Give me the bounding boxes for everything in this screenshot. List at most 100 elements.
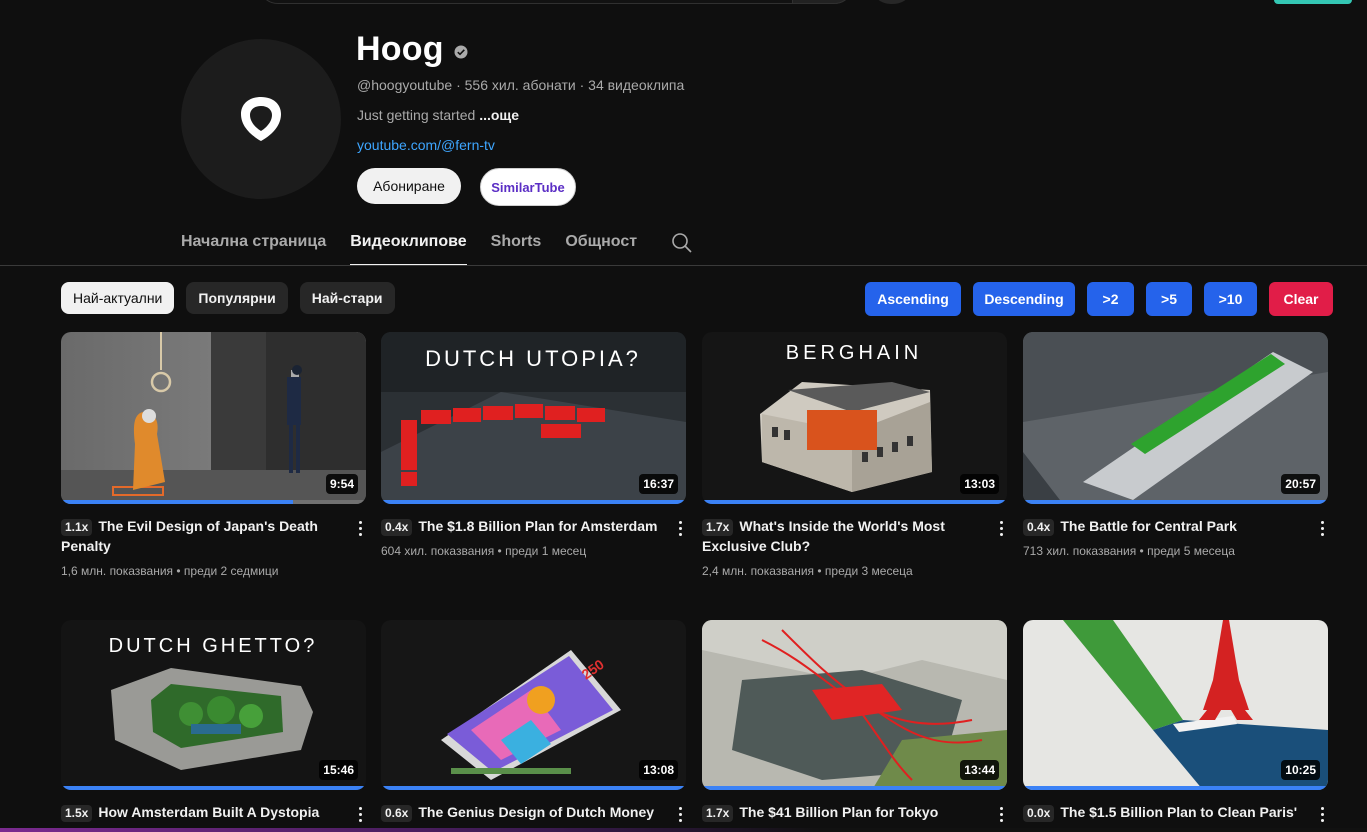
video-title[interactable]: 1.5x How Amsterdam Built A Dystopia (61, 802, 346, 822)
video-thumbnail[interactable]: 250 13:08 (381, 620, 686, 790)
video-thumbnail[interactable]: DUTCH GHETTO? 15:46 (61, 620, 366, 790)
video-title[interactable]: 0.6x The Genius Design of Dutch Money (381, 802, 666, 822)
sort-chips: Най-актуални Популярни Най-стари (61, 282, 395, 314)
channel-meta: @hoogyoutube · 556 хил. абонати · 34 вид… (357, 77, 684, 93)
video-meta: 2,4 млн. показвания • преди 3 месеца (702, 564, 913, 578)
tab-videos[interactable]: Видеоклипове (350, 224, 467, 266)
thumbnail-text: DUTCH UTOPIA? (425, 346, 641, 371)
filter-gt5-button[interactable]: >5 (1146, 282, 1192, 316)
descending-button[interactable]: Descending (973, 282, 1075, 316)
video-title[interactable]: 1.7x The $41 Billion Plan for Tokyo (702, 802, 987, 822)
video-title-text: The $41 Billion Plan for Tokyo (739, 804, 939, 820)
watch-progress-bar (381, 786, 686, 790)
meta-separator: • (817, 564, 822, 578)
filter-gt10-button[interactable]: >10 (1204, 282, 1257, 316)
video-title[interactable]: 0.4x The $1.8 Billion Plan for Amsterdam (381, 516, 666, 536)
video-count: 34 видеоклипа (588, 77, 685, 93)
video-menu-icon[interactable] (993, 804, 1009, 824)
view-ratio-badge: 1.7x (702, 805, 734, 822)
video-duration: 9:54 (325, 474, 358, 494)
view-count: 713 хил. показвания (1023, 544, 1137, 558)
video-menu-icon[interactable] (672, 518, 688, 538)
video-title[interactable]: 1.7x What's Inside the World's Most Exclu… (702, 516, 987, 556)
more-link[interactable]: ...още (479, 107, 519, 123)
upload-age: преди 5 месеца (1147, 544, 1235, 558)
filter-gt2-button[interactable]: >2 (1087, 282, 1134, 316)
video-thumbnail[interactable]: 9:54 (61, 332, 366, 504)
chip-popular[interactable]: Популярни (186, 282, 288, 314)
view-ratio-badge: 1.5x (61, 805, 93, 822)
subscribe-button[interactable]: Абониране (357, 168, 461, 204)
tabs-divider (0, 265, 1367, 266)
video-meta: 1,6 млн. показвания • преди 2 седмици (61, 564, 279, 578)
video-title-text: The Genius Design of Dutch Money (418, 804, 655, 820)
view-count: 1,6 млн. показвания (61, 564, 174, 578)
video-title-text: How Amsterdam Built A Dystopia (98, 804, 320, 820)
subscriber-count: 556 хил. абонати (464, 77, 576, 93)
meta-separator: • (497, 544, 502, 558)
channel-description[interactable]: Just getting started ...още (357, 107, 519, 123)
tab-shorts[interactable]: Shorts (491, 224, 542, 266)
video-meta: 604 хил. показвания • преди 1 месец (381, 544, 586, 558)
watch-progress-bar (61, 786, 366, 790)
chip-oldest[interactable]: Най-стари (299, 282, 395, 314)
view-ratio-badge: 0.4x (381, 519, 413, 536)
channel-tabs: Начална страница Видеоклипове Shorts Общ… (181, 224, 693, 266)
meta-separator: · (579, 77, 585, 93)
clear-button[interactable]: Clear (1269, 282, 1333, 316)
video-thumbnail[interactable]: 10:25 (1023, 620, 1328, 790)
view-ratio-badge: 1.7x (702, 519, 734, 536)
view-ratio-badge: 0.6x (381, 805, 413, 822)
video-menu-icon[interactable] (352, 518, 368, 538)
video-thumbnail[interactable]: 20:57 (1023, 332, 1328, 504)
video-title-text: What's Inside the World's Most Exclusive… (702, 518, 945, 554)
search-button[interactable] (792, 0, 854, 4)
video-duration: 10:25 (1281, 760, 1320, 780)
voice-search-button[interactable] (876, 0, 908, 4)
video-thumbnail[interactable]: DUTCH UTOPIA? 16:37 (381, 332, 686, 504)
channel-avatar[interactable] (181, 39, 341, 199)
description-text: Just getting started (357, 107, 476, 123)
view-count: 2,4 млн. показвания (702, 564, 815, 578)
video-thumbnail[interactable]: BERGHAIN 13:03 (702, 332, 1007, 504)
similartube-button[interactable]: SimilarTube (480, 168, 576, 206)
thumbnail-text: BERGHAIN (786, 342, 922, 364)
search-bar[interactable] (258, 0, 854, 4)
video-menu-icon[interactable] (1314, 804, 1330, 824)
ascending-button[interactable]: Ascending (865, 282, 961, 316)
video-menu-icon[interactable] (352, 804, 368, 824)
video-menu-icon[interactable] (672, 804, 688, 824)
channel-name-text: Hoog (356, 30, 444, 68)
upload-age: преди 2 седмици (183, 564, 279, 578)
tab-home[interactable]: Начална страница (181, 224, 326, 266)
video-title-text: The $1.8 Billion Plan for Amsterdam (418, 518, 658, 534)
video-title[interactable]: 0.4x The Battle for Central Park (1023, 516, 1308, 536)
view-ratio-badge: 0.4x (1023, 519, 1055, 536)
masthead-accent-button[interactable] (1274, 0, 1352, 4)
taskbar-edge (0, 828, 1367, 832)
upload-age: преди 1 месец (505, 544, 587, 558)
chip-latest[interactable]: Най-актуални (61, 282, 175, 314)
channel-name: Hoog (356, 30, 468, 69)
view-count: 604 хил. показвания (381, 544, 495, 558)
meta-separator: · (456, 77, 461, 93)
video-menu-icon[interactable] (993, 518, 1009, 538)
watch-progress-bar (1023, 500, 1328, 504)
video-thumbnail[interactable]: 13:44 (702, 620, 1007, 790)
channel-link[interactable]: youtube.com/@fern-tv (357, 137, 495, 153)
channel-search-icon[interactable] (671, 224, 693, 259)
video-duration: 13:03 (960, 474, 999, 494)
video-title[interactable]: 0.0x The $1.5 Billion Plan to Clean Paris… (1023, 802, 1308, 822)
video-menu-icon[interactable] (1314, 518, 1330, 538)
watch-progress-bar (1023, 786, 1328, 790)
channel-handle: @hoogyoutube (357, 77, 453, 93)
tab-community[interactable]: Общност (565, 224, 637, 266)
channel-logo-icon (241, 97, 281, 141)
video-title[interactable]: 1.1x The Evil Design of Japan's Death Pen… (61, 516, 346, 556)
verified-icon (454, 45, 468, 58)
thumbnail-text: DUTCH GHETTO? (109, 635, 318, 657)
video-duration: 16:37 (639, 474, 678, 494)
watch-progress-bar (702, 786, 1007, 790)
video-title-text: The Evil Design of Japan's Death Penalty (61, 518, 318, 554)
watch-progress-bar (702, 500, 1007, 504)
